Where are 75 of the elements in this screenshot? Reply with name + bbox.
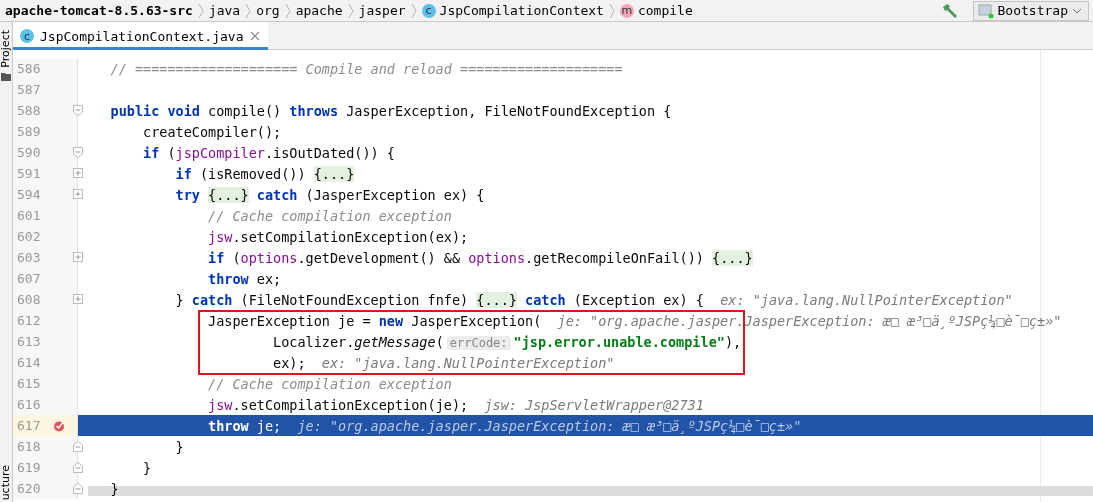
line-number: 589: [16, 124, 42, 139]
line-number: 612: [16, 313, 42, 328]
breakpoint-icon[interactable]: [53, 419, 65, 432]
code-text: if (jspCompiler.isOutDated()) {: [142, 144, 395, 161]
run-config-icon: [977, 2, 994, 19]
line-number: 591: [16, 166, 42, 181]
chevron-icon: [347, 2, 354, 19]
tab-label[interactable]: JspCompilationContext.java: [40, 28, 244, 44]
breadcrumb-item[interactable]: apache-tomcat-8.5.63-src: [2, 3, 196, 18]
editor-tab[interactable]: c JspCompilationContext.java: [13, 22, 268, 50]
class-icon: c: [421, 3, 436, 18]
code-text: JasperException je = new JasperException(: [207, 312, 542, 329]
code-text: throw ex;: [207, 270, 282, 287]
line-number: 587: [16, 82, 42, 97]
code-text: // Cache compilation exception: [207, 375, 452, 392]
folder-icon[interactable]: [1, 71, 11, 81]
expand-icon[interactable]: [73, 189, 83, 199]
collapse-icon[interactable]: [73, 105, 83, 116]
debug-value: ex: "java.lang.NullPointerException": [720, 291, 1013, 308]
code-text: jsw.setCompilationException(ex);: [207, 228, 469, 245]
chevron-icon: [197, 2, 204, 19]
chevron-icon: [245, 2, 252, 19]
code-text: ex);: [272, 354, 306, 371]
code-text: }: [174, 438, 184, 455]
code-text: // ==================== Compile and reload ====================: [109, 60, 623, 77]
close-icon[interactable]: [249, 31, 260, 41]
code-text: public void compile() throws JasperException, FileNotFoundException {: [109, 102, 672, 119]
line-number: 615: [16, 376, 42, 391]
line-number: 618: [16, 439, 42, 454]
debug-value: ex: "java.lang.NullPointerException": [321, 354, 615, 371]
chevron-icon: [410, 2, 417, 19]
line-number: 614: [16, 355, 42, 370]
fold-end-icon[interactable]: [73, 483, 83, 494]
debug-value: je: "org.apache.jasper.JasperException: æ□ æ³□ä¸ºJSPç¼□è¯□ç±»": [297, 417, 802, 434]
method-icon: m: [619, 3, 634, 18]
breadcrumb-item[interactable]: org: [253, 3, 283, 18]
run-config-dropdown[interactable]: Bootstrap: [972, 0, 1089, 21]
breadcrumb-item[interactable]: compile: [637, 3, 693, 18]
breadcrumb-item[interactable]: java: [205, 3, 244, 18]
code-text: }: [109, 480, 119, 497]
expand-icon[interactable]: [73, 252, 83, 262]
caret-icon: [1072, 6, 1082, 15]
breadcrumb-item[interactable]: jasper: [355, 3, 409, 18]
line-number: 590: [16, 145, 42, 160]
line-number: 607: [16, 271, 42, 286]
chevron-icon: [608, 2, 615, 19]
code-text: throw je;: [207, 417, 282, 434]
line-number: 608: [16, 292, 42, 307]
fold-end-icon[interactable]: [73, 462, 83, 473]
chevron-icon: [284, 2, 291, 19]
breadcrumb-item[interactable]: apache: [292, 3, 346, 18]
code-text: }: [142, 459, 152, 476]
collapse-icon[interactable]: [73, 147, 83, 158]
line-number: 617: [16, 418, 42, 433]
line-number: 619: [16, 460, 42, 475]
code-text: // Cache compilation exception: [207, 207, 452, 224]
line-number: 616: [16, 397, 42, 412]
line-number: 620: [16, 481, 42, 496]
line-number: 586: [16, 61, 42, 76]
breadcrumb-item[interactable]: JspCompilationContext: [439, 3, 604, 18]
line-number: 594: [16, 187, 42, 202]
debug-value: jsw: JspServletWrapper@2731: [484, 396, 704, 413]
line-number: 602: [16, 229, 42, 244]
code-text: Localizer.getMessage( errCode: "jsp.error.unable.compile"),: [272, 333, 742, 350]
fold-end-icon[interactable]: [73, 441, 83, 452]
line-number: 601: [16, 208, 42, 223]
class-icon: c: [20, 29, 34, 43]
line-number: 588: [16, 103, 42, 118]
hammer-icon[interactable]: [940, 2, 959, 19]
line-number: 613: [16, 334, 42, 349]
code-text: createCompiler();: [142, 123, 282, 140]
line-number: 603: [16, 250, 42, 265]
expand-icon[interactable]: [73, 168, 83, 178]
code-text: jsw.setCompilationException(je);: [207, 396, 469, 413]
expand-icon[interactable]: [73, 294, 83, 304]
